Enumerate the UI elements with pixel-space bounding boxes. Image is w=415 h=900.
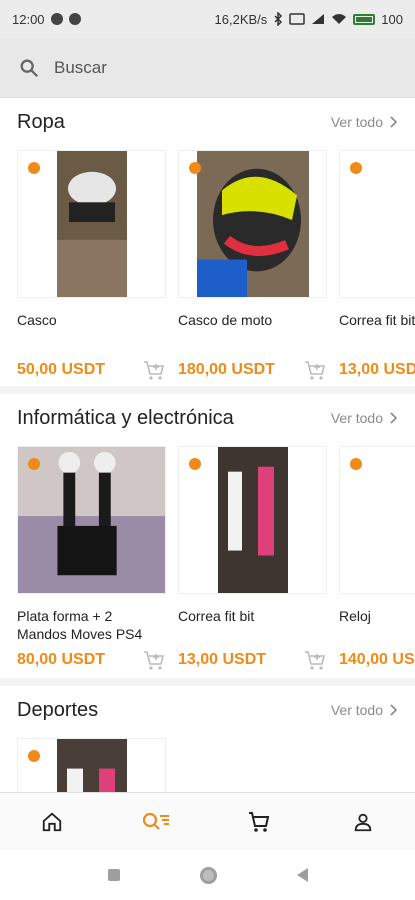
- bluetooth-icon: [274, 12, 283, 26]
- cart-icon: [249, 811, 270, 832]
- search-input[interactable]: Buscar: [54, 58, 107, 78]
- product-image[interactable]: [178, 446, 327, 594]
- notification-icon: [50, 13, 63, 25]
- product-image[interactable]: [17, 150, 166, 298]
- product-image[interactable]: [339, 446, 415, 594]
- product-card[interactable]: [17, 738, 166, 792]
- battery-level: 100: [381, 11, 403, 27]
- chevron-right-icon: [390, 704, 397, 716]
- product-price: 50,00 USDT: [17, 361, 106, 378]
- see-all-link[interactable]: Ver todo: [331, 702, 397, 718]
- product-price: 13,00 USDT: [339, 361, 415, 378]
- status-dot: [350, 162, 362, 174]
- product-image[interactable]: [178, 150, 327, 298]
- recent-apps-button[interactable]: [107, 869, 120, 881]
- product-photo-item: [56, 739, 127, 792]
- status-dot: [189, 458, 201, 470]
- search-bar[interactable]: Buscar: [0, 38, 415, 98]
- see-all-label: Ver todo: [330, 114, 383, 130]
- product-photo-helmet: [56, 151, 127, 297]
- product-card[interactable]: Correa fit bit 13,00 USDT: [339, 150, 415, 386]
- user-icon: [354, 813, 372, 831]
- section-ropa: Ropa Ver todo Casco 50,00 USDT Casco de …: [0, 98, 415, 394]
- network-speed: 16,2KB/s: [214, 11, 268, 27]
- search-list-icon: [142, 812, 169, 830]
- status-bar: 12:00 16,2KB/s 100: [0, 0, 415, 38]
- sim-icon: [289, 13, 306, 25]
- wifi-icon: [332, 14, 347, 24]
- section-informatica: Informática y electrónica Ver todo Plata…: [0, 394, 415, 686]
- add-to-cart-icon[interactable]: [303, 358, 327, 382]
- system-navigation: [0, 850, 415, 900]
- battery-icon: [353, 13, 376, 25]
- product-card[interactable]: Plata forma + 2 Mandos Moves PS4 80,00 U…: [17, 446, 166, 678]
- status-time: 12:00: [12, 11, 45, 27]
- status-dot: [28, 162, 40, 174]
- product-name: Correa fit bit: [178, 608, 255, 624]
- chevron-right-icon: [390, 116, 397, 128]
- add-to-cart-icon[interactable]: [303, 648, 327, 672]
- notification-icon: [68, 13, 81, 25]
- nav-home[interactable]: [32, 802, 72, 842]
- see-all-link[interactable]: Ver todo: [331, 410, 397, 426]
- product-price: 80,00 USDT: [17, 651, 106, 668]
- chevron-right-icon: [390, 412, 397, 424]
- product-name: Reloj: [339, 608, 371, 624]
- product-photo-moto-helmet: [196, 151, 309, 297]
- product-photo-fitbit-strap: [217, 447, 288, 593]
- product-photo-ps-move: [18, 447, 165, 593]
- product-image[interactable]: [339, 150, 415, 298]
- nav-cart[interactable]: [239, 802, 279, 842]
- nav-profile[interactable]: [343, 802, 383, 842]
- back-button[interactable]: [296, 868, 308, 882]
- nav-search[interactable]: [136, 802, 176, 842]
- product-card[interactable]: Casco 50,00 USDT: [17, 150, 166, 386]
- product-card[interactable]: Correa fit bit 13,00 USDT: [178, 446, 327, 678]
- product-name: Casco: [17, 312, 57, 328]
- see-all-label: Ver todo: [330, 410, 383, 426]
- status-dot: [28, 458, 40, 470]
- section-title: Informática y electrónica: [17, 406, 234, 429]
- see-all-label: Ver todo: [330, 702, 383, 718]
- add-to-cart-icon[interactable]: [142, 648, 166, 672]
- product-card[interactable]: Reloj 140,00 USDT: [339, 446, 415, 678]
- product-image[interactable]: [17, 446, 166, 594]
- product-card[interactable]: Casco de moto 180,00 USDT: [178, 150, 327, 386]
- product-price: 180,00 USDT: [178, 361, 275, 378]
- section-title: Ropa: [17, 110, 65, 133]
- product-name: Correa fit bit: [339, 312, 415, 328]
- status-dot: [189, 162, 201, 174]
- home-button[interactable]: [199, 866, 217, 884]
- product-price: 140,00 USDT: [339, 651, 415, 668]
- product-price: 13,00 USDT: [178, 651, 267, 668]
- section-title: Deportes: [17, 698, 99, 721]
- category-list[interactable]: Ropa Ver todo Casco 50,00 USDT Casco de …: [0, 98, 415, 792]
- signal-icon: [312, 14, 325, 24]
- home-icon: [42, 812, 62, 831]
- search-icon: [20, 59, 39, 77]
- add-to-cart-icon[interactable]: [142, 358, 166, 382]
- status-dot: [350, 458, 362, 470]
- product-image[interactable]: [17, 738, 166, 792]
- product-name: Casco de moto: [178, 312, 273, 328]
- see-all-link[interactable]: Ver todo: [331, 114, 397, 130]
- product-name: Plata forma + 2 Mandos Moves PS4: [17, 608, 143, 642]
- section-deportes: Deportes Ver todo: [0, 686, 415, 792]
- status-dot: [28, 750, 40, 762]
- bottom-navigation: [0, 792, 415, 850]
